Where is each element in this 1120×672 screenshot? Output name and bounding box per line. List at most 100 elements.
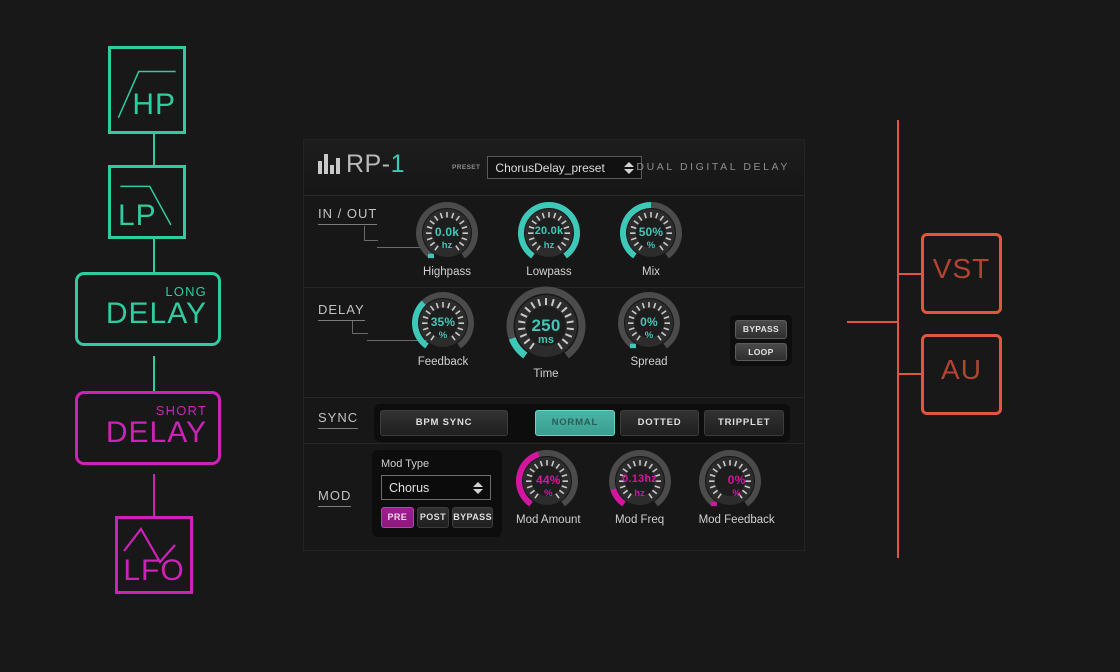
logo-wordmark-main: RP- — [346, 150, 391, 178]
flow-connector-short-lfo — [153, 474, 155, 516]
knob-time[interactable]: 250 ms Time — [506, 286, 586, 380]
knob-spread[interactable]: 0%% Spread — [618, 292, 680, 368]
knob-highpass[interactable]: 0.0k hz Highpass — [416, 202, 478, 278]
flow-node-hp-label: HP — [132, 88, 176, 121]
mod-post-button[interactable]: POST — [416, 507, 450, 528]
format-spine-vertical — [897, 120, 899, 558]
section-mod: MOD Mod Type Chorus PRE POST BYPASS 44%% Mo… — [304, 444, 804, 549]
section-mod-title: MOD — [318, 488, 352, 507]
knob-mod-freq[interactable]: 0.13hz hz Mod Freq — [608, 450, 671, 526]
mod-placement-group: PRE POST BYPASS — [381, 507, 493, 528]
plugin-logo: RP-1 — [318, 152, 405, 177]
section-delay-knobs: 35%% Feedback 250 ms Time 0%% Spread — [412, 286, 680, 380]
sync-dotted-button[interactable]: DOTTED — [619, 410, 700, 436]
flow-connector-lp-long — [153, 239, 155, 272]
knob-value: 0% — [640, 315, 658, 329]
flow-node-long-delay[interactable]: LONG DELAY — [75, 272, 233, 358]
knob-unit-label: % — [644, 330, 654, 341]
knob-name-label: Spread — [630, 356, 668, 368]
plugin-window: RP-1 PRESET ChorusDelay_preset DUAL DIGI… — [304, 140, 804, 550]
screenshot-canvas: HP LP LONG DELAY SHORT DELAY LFO VST AU … — [0, 0, 1120, 672]
knob-unit-label: ms — [538, 334, 554, 346]
section-in-out-knobs: 0.0k hz Highpass 20.0k hz Lowpass 50%% Mix — [416, 202, 682, 278]
knob-value: 250 — [531, 316, 561, 335]
flow-connector-hp-lp — [153, 133, 155, 165]
knob-mod-amount[interactable]: 44%% Mod Amount — [516, 450, 581, 526]
flow-node-lp-label: LP — [118, 199, 157, 232]
knob-name-label: Mod Feedback — [698, 514, 775, 526]
knob-name-label: Feedback — [417, 356, 469, 368]
flow-node-short-delay-label: DELAY — [105, 416, 207, 449]
flow-node-au[interactable]: AU — [921, 334, 1002, 415]
section-sync-title: SYNC — [318, 410, 359, 429]
preset-value: ChorusDelay_preset — [495, 160, 605, 175]
format-branch-au — [897, 373, 922, 375]
flow-node-hp[interactable]: HP — [108, 46, 198, 146]
delay-button-pod: BYPASS LOOP — [729, 315, 792, 366]
plugin-header: RP-1 PRESET ChorusDelay_preset DUAL DIGI… — [304, 140, 804, 196]
flow-node-au-label: AU — [941, 354, 982, 385]
preset-control: PRESET ChorusDelay_preset — [452, 156, 643, 179]
section-in-out-elbow — [363, 226, 424, 248]
knob-unit-label: % — [438, 330, 448, 341]
knob-feedback[interactable]: 35%% Feedback — [412, 292, 474, 368]
section-delay: DELAY 35%% Feedback 250 ms Time 0%% Spread BYP… — [304, 286, 804, 398]
knob-unit-label: % — [732, 488, 741, 499]
knob-mod-feedback[interactable]: 0%% Mod Feedback — [699, 450, 775, 526]
logo-wordmark: RP-1 — [346, 152, 405, 177]
section-in-out-title: IN / OUT — [318, 206, 378, 225]
knob-value: 50% — [638, 225, 664, 239]
knob-value: 44% — [535, 473, 561, 487]
sync-tripplet-button[interactable]: TRIPPLET — [704, 410, 785, 436]
section-delay-title: DELAY — [318, 302, 365, 321]
plugin-subtitle: DUAL DIGITAL DELAY — [636, 161, 790, 173]
knob-unit-label: hz — [634, 488, 645, 499]
logo-wordmark-accent: 1 — [390, 150, 405, 178]
mod-type-label: Mod Type — [381, 458, 430, 470]
format-spine-horizontal — [847, 321, 899, 323]
sync-button-group: BPM SYNC NORMAL DOTTED TRIPPLET — [374, 404, 790, 442]
flow-node-lfo-label: LFO — [123, 554, 185, 587]
knob-name-label: Mod Amount — [516, 514, 581, 526]
section-in-out: IN / OUT 0.0k hz Highpass 20.0k hz Lowpass 50%… — [304, 196, 804, 288]
knob-name-label: Lowpass — [526, 266, 572, 278]
flow-node-vst[interactable]: VST — [921, 233, 1002, 314]
mod-type-pod: Mod Type Chorus PRE POST BYPASS — [372, 450, 502, 537]
flow-node-vst-label: VST — [932, 253, 991, 284]
knob-name-label: Highpass — [423, 266, 471, 278]
format-branch-vst — [897, 273, 922, 275]
knob-name-label: Mod Freq — [614, 514, 665, 526]
preset-select[interactable]: ChorusDelay_preset — [487, 156, 643, 179]
knob-name-label: Time — [533, 368, 559, 380]
sync-normal-button[interactable]: NORMAL — [535, 410, 615, 436]
knob-value: 20.0k — [534, 225, 564, 237]
preset-spinner-icon[interactable] — [624, 161, 635, 174]
knob-value: 0.0k — [434, 225, 460, 239]
knob-unit-label: % — [646, 240, 656, 251]
flow-node-lfo[interactable]: LFO — [115, 516, 193, 594]
knob-name-label: Mix — [642, 266, 660, 278]
logo-bars-icon — [318, 154, 340, 174]
section-sync: SYNC BPM SYNC NORMAL DOTTED TRIPPLET — [304, 398, 804, 444]
mod-type-spinner-icon[interactable] — [473, 481, 483, 494]
delay-bypass-button[interactable]: BYPASS — [734, 320, 787, 339]
knob-value: 35% — [430, 315, 456, 329]
section-mod-knobs: 44%% Mod Amount 0.13hz hz Mod Freq 0%% Mod Fee… — [516, 450, 775, 526]
knob-value: 0.13hz — [622, 473, 657, 485]
knob-unit-label: hz — [441, 240, 453, 251]
flow-node-short-delay[interactable]: SHORT DELAY — [75, 391, 233, 477]
flow-node-long-delay-label: DELAY — [105, 297, 207, 330]
preset-label: PRESET — [452, 164, 481, 171]
mod-bypass-button[interactable]: BYPASS — [452, 507, 493, 528]
knob-mix[interactable]: 50%% Mix — [620, 202, 682, 278]
mod-type-value: Chorus — [389, 480, 430, 495]
sync-bpm-sync-button[interactable]: BPM SYNC — [380, 410, 508, 436]
knob-lowpass[interactable]: 20.0k hz Lowpass — [518, 202, 580, 278]
mod-type-select[interactable]: Chorus — [381, 475, 491, 500]
mod-pre-button[interactable]: PRE — [381, 507, 414, 528]
flow-node-lp[interactable]: LP — [108, 165, 198, 251]
knob-unit-label: hz — [543, 240, 555, 251]
delay-loop-button[interactable]: LOOP — [734, 342, 787, 361]
knob-unit-label: % — [544, 488, 553, 499]
knob-value: 0% — [727, 473, 746, 487]
